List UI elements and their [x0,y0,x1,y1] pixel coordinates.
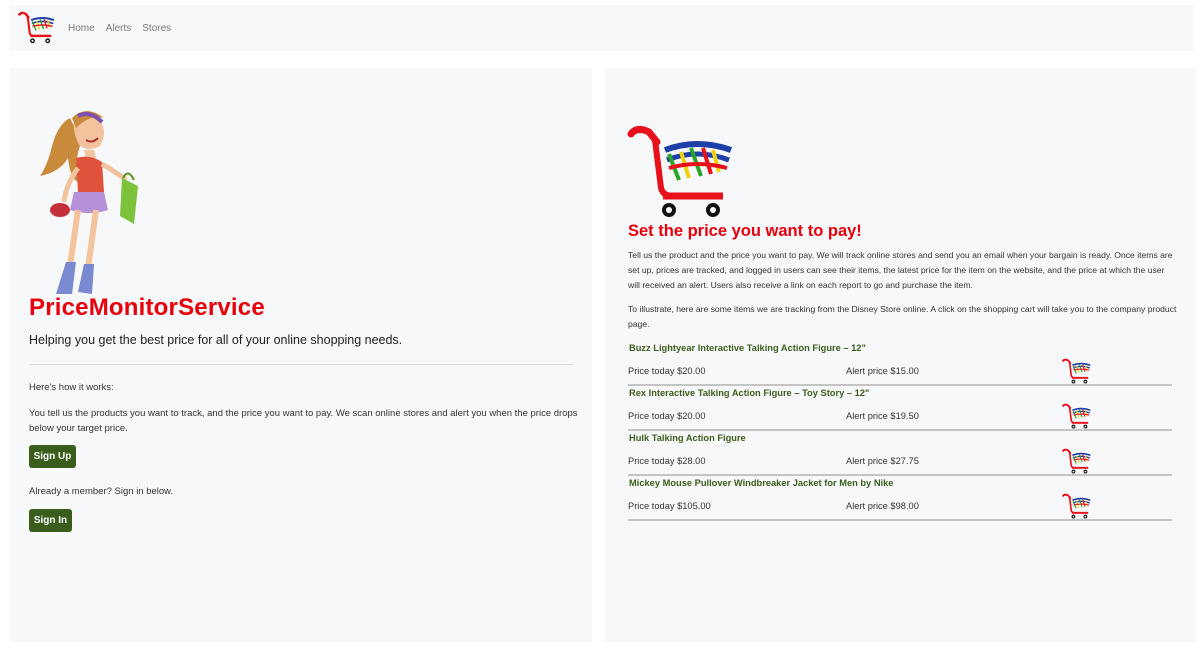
tracked-item: Hulk Talking Action Figure Price today $… [628,433,1172,476]
item-alert-price: Alert price $19.50 [846,411,919,421]
sign-up-button[interactable]: Sign Up [29,445,76,468]
brand-title: PriceMonitorService [29,294,265,321]
tracking-panel: Set the price you want to pay! Tell us t… [605,68,1196,642]
item-price-today: Price today $105.00 [628,501,711,511]
shopping-cart-link-icon[interactable] [1062,448,1092,475]
intro-paragraph: Tell us the product and the price you wa… [628,250,1173,290]
shopping-cart-link-icon[interactable] [1062,493,1092,520]
item-divider [628,429,1172,431]
tracked-item: Mickey Mouse Pullover Windbreaker Jacket… [628,478,1172,521]
member-prompt: Already a member? Sign in below. [29,486,174,497]
tracked-item: Buzz Lightyear Interactive Talking Actio… [628,343,1172,386]
intro-panel: PriceMonitorService Helping you get the … [10,68,592,642]
item-alert-price: Alert price $98.00 [846,501,919,511]
nav-link-stores[interactable]: Stores [142,23,171,34]
item-name: Hulk Talking Action Figure [629,433,746,443]
item-price-today: Price today $20.00 [628,366,706,376]
sign-in-button[interactable]: Sign In [29,509,72,532]
item-alert-price: Alert price $15.00 [846,366,919,376]
nav-link-home[interactable]: Home [68,23,95,34]
shopping-cart-link-icon[interactable] [1062,358,1092,385]
tagline: Helping you get the best price for all o… [29,333,403,347]
shopping-cart-link-icon[interactable] [1062,403,1092,430]
navbar: Home Alerts Stores [10,5,1193,51]
item-divider [628,384,1172,386]
tracked-item: Rex Interactive Talking Action Figure – … [628,388,1172,431]
nav-link-alerts[interactable]: Alerts [106,23,132,34]
item-name: Rex Interactive Talking Action Figure – … [629,388,870,398]
item-alert-price: Alert price $27.75 [846,456,919,466]
set-price-heading: Set the price you want to pay! [628,222,862,240]
item-name: Mickey Mouse Pullover Windbreaker Jacket… [629,478,894,488]
shopping-cart-icon [627,124,737,222]
how-it-works-description: You tell us the products you want to tra… [29,408,578,434]
item-name: Buzz Lightyear Interactive Talking Actio… [629,343,866,353]
shopping-cart-logo-icon[interactable] [18,11,56,45]
item-divider [628,474,1172,476]
divider [29,364,573,365]
item-price-today: Price today $20.00 [628,411,706,421]
illustration-paragraph: To illustrate, here are some items we ar… [628,304,1177,329]
item-price-today: Price today $28.00 [628,456,706,466]
item-divider [628,519,1172,521]
shopping-girl-illustration [40,111,138,294]
how-it-works-label: Here's how it works: [29,382,114,393]
nav-links: Home Alerts Stores [68,23,171,34]
